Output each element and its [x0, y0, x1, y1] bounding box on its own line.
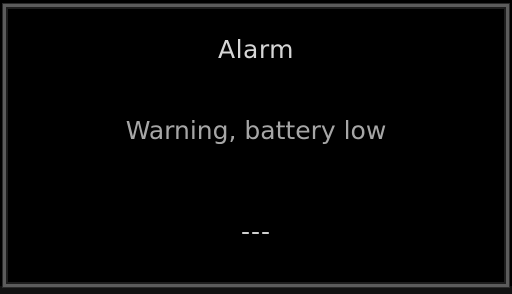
dialog-action-button[interactable]: ---: [6, 217, 506, 246]
bottom-strip: [0, 286, 512, 294]
alarm-dialog: Alarm Warning, battery low ---: [3, 4, 509, 287]
dialog-title: Alarm: [217, 35, 295, 64]
dialog-message: Warning, battery low: [125, 116, 387, 145]
device-screen: Alarm Warning, battery low ---: [0, 0, 512, 294]
